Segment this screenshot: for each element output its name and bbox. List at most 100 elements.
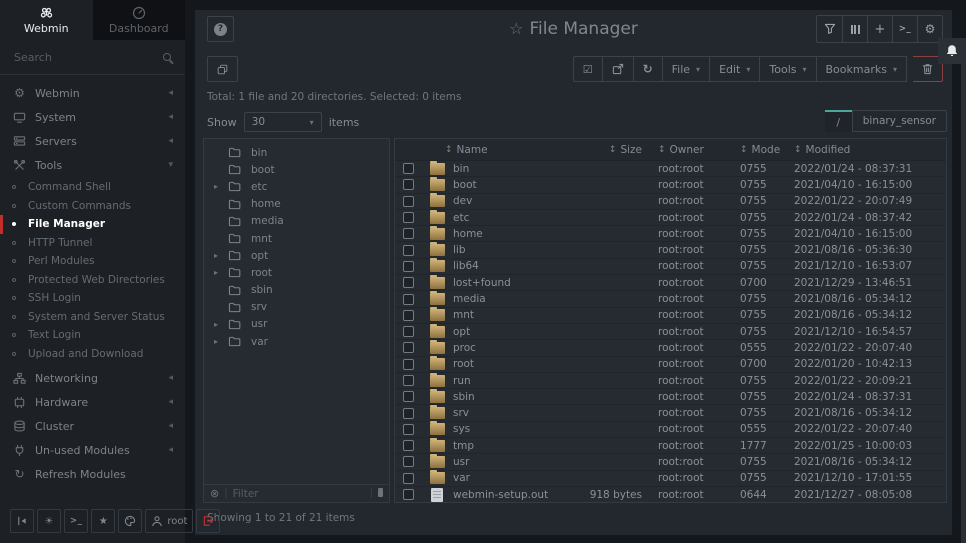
- add-button[interactable]: +: [867, 16, 892, 42]
- folders-only-icon[interactable]: [378, 490, 383, 497]
- filter-button[interactable]: [817, 16, 842, 42]
- sidebar-item-servers[interactable]: Servers ◂: [0, 129, 185, 153]
- sidebar-subitem[interactable]: SSH Login: [0, 289, 185, 308]
- caret-right-icon[interactable]: ▸: [214, 337, 228, 346]
- table-row[interactable]: webmin-setup.out 918 bytes root:root 064…: [395, 487, 946, 502]
- tree-filter-input[interactable]: [233, 488, 365, 500]
- breadcrumb-current[interactable]: binary_sensor: [852, 110, 947, 132]
- table-row[interactable]: media root:root 0755 2021/08/16 - 05:34:…: [395, 291, 946, 307]
- clear-filter-icon[interactable]: ⊗: [210, 488, 219, 499]
- collapse-sidebar-button[interactable]: [10, 509, 34, 533]
- sidebar-subitem[interactable]: Command Shell: [0, 178, 185, 197]
- select-all-button[interactable]: ☑: [573, 56, 603, 82]
- shell-button[interactable]: >_: [892, 16, 917, 42]
- column-header-owner[interactable]: Owner: [670, 144, 704, 156]
- table-row[interactable]: opt root:root 0755 2021/12/10 - 16:54:57: [395, 324, 946, 340]
- caret-right-icon[interactable]: ▸: [214, 251, 228, 260]
- tree-item[interactable]: ▸ etc: [204, 178, 389, 195]
- table-row[interactable]: run root:root 0755 2022/01/22 - 20:09:21: [395, 373, 946, 389]
- user-button[interactable]: root: [145, 509, 193, 533]
- tree-item[interactable]: ▸ usr: [204, 316, 389, 333]
- tree-item[interactable]: ▸ sbin: [204, 282, 389, 299]
- table-row[interactable]: sys root:root 0555 2022/01/22 - 20:07:40: [395, 422, 946, 438]
- row-checkbox[interactable]: [403, 440, 414, 451]
- row-checkbox[interactable]: [403, 424, 414, 435]
- sidebar-subitem[interactable]: System and Server Status: [0, 308, 185, 327]
- table-row[interactable]: srv root:root 0755 2021/08/16 - 05:34:12: [395, 405, 946, 421]
- sidebar-item-refresh-modules[interactable]: ↻ Refresh Modules: [0, 462, 185, 486]
- bookmarks-menu-button[interactable]: Bookmarks▾: [817, 56, 907, 82]
- table-row[interactable]: root root:root 0700 2022/01/20 - 10:42:1…: [395, 357, 946, 373]
- row-checkbox[interactable]: [403, 310, 414, 321]
- caret-right-icon[interactable]: ▸: [214, 182, 228, 191]
- column-header-mode[interactable]: Mode: [752, 144, 781, 156]
- table-row[interactable]: dev root:root 0755 2022/01/22 - 20:07:49: [395, 194, 946, 210]
- row-checkbox[interactable]: [403, 261, 414, 272]
- table-row[interactable]: var root:root 0755 2021/12/10 - 17:01:55: [395, 471, 946, 487]
- table-row[interactable]: proc root:root 0555 2022/01/22 - 20:07:4…: [395, 340, 946, 356]
- tree-item[interactable]: ▸ srv: [204, 299, 389, 316]
- sidebar-item-hardware[interactable]: Hardware ◂: [0, 390, 185, 414]
- table-row[interactable]: lib64 root:root 0755 2021/12/10 - 16:53:…: [395, 259, 946, 275]
- row-checkbox[interactable]: [403, 294, 414, 305]
- row-checkbox[interactable]: [403, 359, 414, 370]
- row-checkbox[interactable]: [403, 489, 414, 500]
- row-checkbox[interactable]: [403, 326, 414, 337]
- column-header-size[interactable]: Size: [620, 144, 642, 156]
- sort-icon[interactable]: ↕: [445, 145, 453, 155]
- columns-button[interactable]: [842, 16, 867, 42]
- row-checkbox[interactable]: [403, 196, 414, 207]
- sidebar-item-tools[interactable]: Tools ▾: [0, 153, 185, 177]
- favorites-button[interactable]: ★: [91, 509, 115, 533]
- table-row[interactable]: bin root:root 0755 2022/01/24 - 08:37:31: [395, 161, 946, 177]
- row-checkbox[interactable]: [403, 391, 414, 402]
- table-row[interactable]: sbin root:root 0755 2022/01/24 - 08:37:3…: [395, 389, 946, 405]
- breadcrumb-root[interactable]: /: [825, 110, 852, 132]
- terminal-button[interactable]: >_: [64, 509, 88, 533]
- sidebar-subitem[interactable]: Text Login: [0, 326, 185, 345]
- column-header-modified[interactable]: Modified: [806, 144, 851, 156]
- sidebar-item-unused-modules[interactable]: Un-used Modules ◂: [0, 438, 185, 462]
- table-row[interactable]: lost+found root:root 0700 2021/12/29 - 1…: [395, 275, 946, 291]
- row-checkbox[interactable]: [403, 473, 414, 484]
- row-checkbox[interactable]: [403, 375, 414, 386]
- page-size-select[interactable]: 30 ▾: [244, 112, 322, 132]
- sort-icon[interactable]: ↕: [740, 145, 748, 155]
- edit-menu-button[interactable]: Edit▾: [710, 56, 760, 82]
- caret-right-icon[interactable]: ▸: [214, 268, 228, 277]
- scrollbar[interactable]: [961, 64, 966, 543]
- sort-icon[interactable]: ↕: [658, 145, 666, 155]
- row-checkbox[interactable]: [403, 212, 414, 223]
- column-header-name[interactable]: Name: [457, 144, 488, 156]
- help-button[interactable]: ?: [207, 16, 234, 42]
- tree-item[interactable]: ▸ bin: [204, 144, 389, 161]
- row-checkbox[interactable]: [403, 456, 414, 467]
- row-checkbox[interactable]: [403, 163, 414, 174]
- tree-item[interactable]: ▸ mnt: [204, 230, 389, 247]
- row-checkbox[interactable]: [403, 277, 414, 288]
- row-checkbox[interactable]: [403, 228, 414, 239]
- theme-palette-button[interactable]: [118, 509, 142, 533]
- sidebar-subitem[interactable]: Protected Web Directories: [0, 271, 185, 290]
- search-input[interactable]: [14, 51, 163, 64]
- table-row[interactable]: tmp root:root 1777 2022/01/25 - 10:00:03: [395, 438, 946, 454]
- sort-icon[interactable]: ↕: [794, 145, 802, 155]
- tree-item[interactable]: ▸ media: [204, 213, 389, 230]
- tree-item[interactable]: ▸ var: [204, 333, 389, 350]
- caret-right-icon[interactable]: ▸: [214, 320, 228, 329]
- sidebar-item-webmin[interactable]: ⚙ Webmin ◂: [0, 81, 185, 105]
- sidebar-item-system[interactable]: System ◂: [0, 105, 185, 129]
- table-row[interactable]: home root:root 0755 2021/04/10 - 16:15:0…: [395, 226, 946, 242]
- tab-webmin[interactable]: Webmin: [0, 0, 93, 40]
- row-checkbox[interactable]: [403, 408, 414, 419]
- notifications-button[interactable]: [938, 38, 966, 64]
- table-row[interactable]: mnt root:root 0755 2021/08/16 - 05:34:12: [395, 308, 946, 324]
- tree-item[interactable]: ▸ boot: [204, 161, 389, 178]
- table-row[interactable]: usr root:root 0755 2021/08/16 - 05:34:12: [395, 454, 946, 470]
- row-checkbox[interactable]: [403, 342, 414, 353]
- tree-item[interactable]: ▸ home: [204, 196, 389, 213]
- tab-dashboard[interactable]: Dashboard: [93, 0, 186, 40]
- sidebar-item-cluster[interactable]: Cluster ◂: [0, 414, 185, 438]
- sidebar-subitem[interactable]: HTTP Tunnel: [0, 234, 185, 253]
- file-menu-button[interactable]: File▾: [663, 56, 710, 82]
